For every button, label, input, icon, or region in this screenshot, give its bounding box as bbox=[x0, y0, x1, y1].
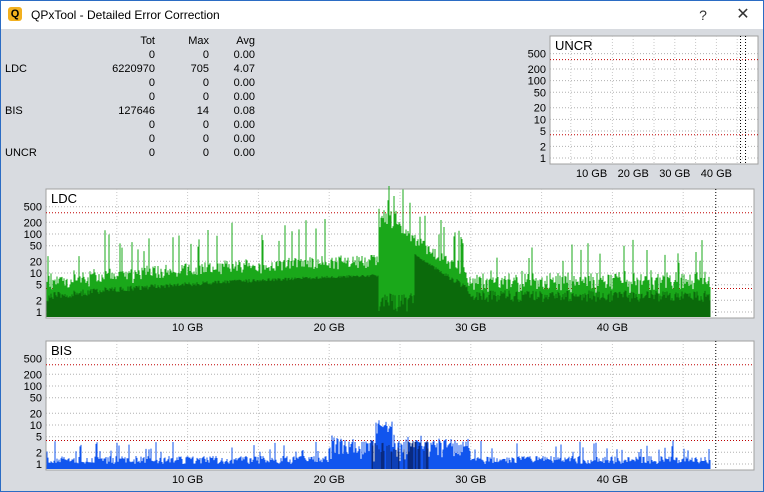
y-tick-label: 20 bbox=[30, 408, 42, 420]
y-tick-label: 5 bbox=[540, 126, 546, 138]
stats-cell: 705 bbox=[190, 63, 209, 75]
help-button[interactable]: ? bbox=[691, 5, 715, 25]
y-tick-label: 1 bbox=[36, 459, 42, 471]
x-tick-label: 10 GB bbox=[172, 474, 203, 486]
app-window: Q QPxTool - Detailed Error Correction ? … bbox=[0, 0, 764, 492]
y-tick-label: 20 bbox=[30, 256, 42, 268]
y-tick-label: 200 bbox=[528, 64, 546, 76]
x-tick-label: 30 GB bbox=[659, 168, 690, 180]
qpxtool-app-icon: Q bbox=[8, 7, 22, 21]
x-tick-label: 40 GB bbox=[597, 322, 628, 334]
x-tick-label: 30 GB bbox=[455, 474, 486, 486]
y-tick-label: 500 bbox=[24, 354, 42, 366]
y-tick-label: 5 bbox=[36, 280, 42, 292]
stats-header-cell: Max bbox=[188, 35, 209, 47]
stats-cell: 0 bbox=[148, 91, 155, 103]
stats-cell: 0 bbox=[148, 147, 155, 159]
y-tick-label: 500 bbox=[24, 202, 42, 214]
stats-row: 0 0 0.00 bbox=[5, 90, 255, 104]
stats-cell: 0.08 bbox=[233, 105, 255, 117]
stats-cell: 0 bbox=[148, 77, 155, 89]
y-tick-label: 50 bbox=[534, 87, 546, 99]
x-tick-label: 20 GB bbox=[314, 322, 345, 334]
x-tick-label: 20 GB bbox=[314, 474, 345, 486]
y-tick-label: 10 bbox=[30, 268, 42, 280]
stats-cell: 6220970 bbox=[112, 63, 155, 75]
y-tick-label: 100 bbox=[528, 76, 546, 88]
stats-cell: 14 bbox=[196, 105, 209, 117]
stats-cell: 0.00 bbox=[233, 119, 255, 131]
x-tick-label: 10 GB bbox=[576, 168, 607, 180]
y-tick-label: 50 bbox=[30, 241, 42, 253]
window-title: QPxTool - Detailed Error Correction bbox=[31, 8, 220, 22]
stats-table: Tot Max Avg 0 0 0.00 LDC 6220970 705 4.07 0 0 0.00 0 0… bbox=[5, 34, 255, 160]
stats-cell: 0 bbox=[202, 91, 209, 103]
stats-row: 0 0 0.00 bbox=[5, 118, 255, 132]
stats-cell: 0 bbox=[148, 133, 155, 145]
y-tick-label: 2 bbox=[540, 141, 546, 153]
stats-cell: 0 bbox=[148, 49, 155, 61]
stats-row: BIS 127646 14 0.08 bbox=[5, 104, 255, 118]
y-tick-label: 10 bbox=[534, 114, 546, 126]
stats-cell: 4.07 bbox=[233, 63, 255, 75]
stats-header-cell bbox=[5, 34, 55, 48]
chart-title: BIS bbox=[51, 343, 72, 358]
y-tick-label: 200 bbox=[24, 217, 42, 229]
stats-cell bbox=[5, 90, 55, 104]
uncr-chart: 500 20010050 20105 21 10 GB 20 GB 30 GB 40 GB UN… bbox=[528, 35, 759, 180]
stats-cell: 0 bbox=[202, 119, 209, 131]
ldc-chart: 500 20010050 20105 21 10 GB 20 GB 30 GB 40 GB LD… bbox=[24, 186, 755, 334]
stats-cell: 0.00 bbox=[233, 133, 255, 145]
x-tick-label: 10 GB bbox=[172, 322, 203, 334]
y-tick-label: 10 bbox=[30, 420, 42, 432]
stats-header-cell: Tot bbox=[140, 35, 155, 47]
stats-row: 0 0 0.00 bbox=[5, 48, 255, 62]
y-tick-label: 100 bbox=[24, 229, 42, 241]
stats-cell: 0 bbox=[202, 133, 209, 145]
stats-row: 0 0 0.00 bbox=[5, 76, 255, 90]
y-tick-label: 1 bbox=[540, 153, 546, 165]
y-tick-label: 50 bbox=[30, 393, 42, 405]
stats-cell: 0 bbox=[202, 49, 209, 61]
stats-cell: 0 bbox=[148, 119, 155, 131]
x-tick-label: 20 GB bbox=[618, 168, 649, 180]
y-tick-label: 500 bbox=[528, 49, 546, 61]
bis-chart: 500 20010050 20105 21 10 GB 20 GB 30 GB 40 GB BI… bbox=[24, 340, 755, 486]
chart-title: LDC bbox=[51, 191, 77, 206]
y-tick-label: 200 bbox=[24, 369, 42, 381]
stats-cell: 0.00 bbox=[233, 77, 255, 89]
title-bar[interactable]: Q QPxTool - Detailed Error Correction ? … bbox=[1, 1, 763, 29]
plot-area bbox=[45, 340, 755, 471]
stats-cell: 0 bbox=[202, 77, 209, 89]
stats-cell: UNCR bbox=[5, 147, 37, 159]
stats-cell bbox=[5, 118, 55, 132]
stats-row: LDC 6220970 705 4.07 bbox=[5, 62, 255, 76]
y-tick-label: 5 bbox=[36, 432, 42, 444]
stats-cell: 0.00 bbox=[233, 91, 255, 103]
y-tick-label: 20 bbox=[534, 103, 546, 115]
stats-cell: 127646 bbox=[118, 105, 155, 117]
y-tick-label: 2 bbox=[36, 447, 42, 459]
y-tick-label: 1 bbox=[36, 307, 42, 319]
stats-cell: BIS bbox=[5, 105, 23, 117]
stats-cell bbox=[5, 48, 55, 62]
stats-header-row: Tot Max Avg bbox=[5, 34, 255, 48]
y-tick-label: 2 bbox=[36, 295, 42, 307]
x-tick-label: 40 GB bbox=[701, 168, 732, 180]
stats-row: 0 0 0.00 bbox=[5, 132, 255, 146]
stats-cell: 0.00 bbox=[233, 147, 255, 159]
x-tick-label: 40 GB bbox=[597, 474, 628, 486]
stats-cell: 0.00 bbox=[233, 49, 255, 61]
y-tick-label: 100 bbox=[24, 381, 42, 393]
stats-row: UNCR 0 0 0.00 bbox=[5, 146, 255, 160]
stats-header-cell: Avg bbox=[236, 35, 255, 47]
x-tick-label: 30 GB bbox=[455, 322, 486, 334]
stats-cell bbox=[5, 132, 55, 146]
stats-cell bbox=[5, 76, 55, 90]
stats-cell: 0 bbox=[202, 147, 209, 159]
chart-title: UNCR bbox=[555, 38, 593, 53]
stats-cell: LDC bbox=[5, 63, 28, 75]
close-button[interactable]: ✕ bbox=[731, 5, 755, 25]
